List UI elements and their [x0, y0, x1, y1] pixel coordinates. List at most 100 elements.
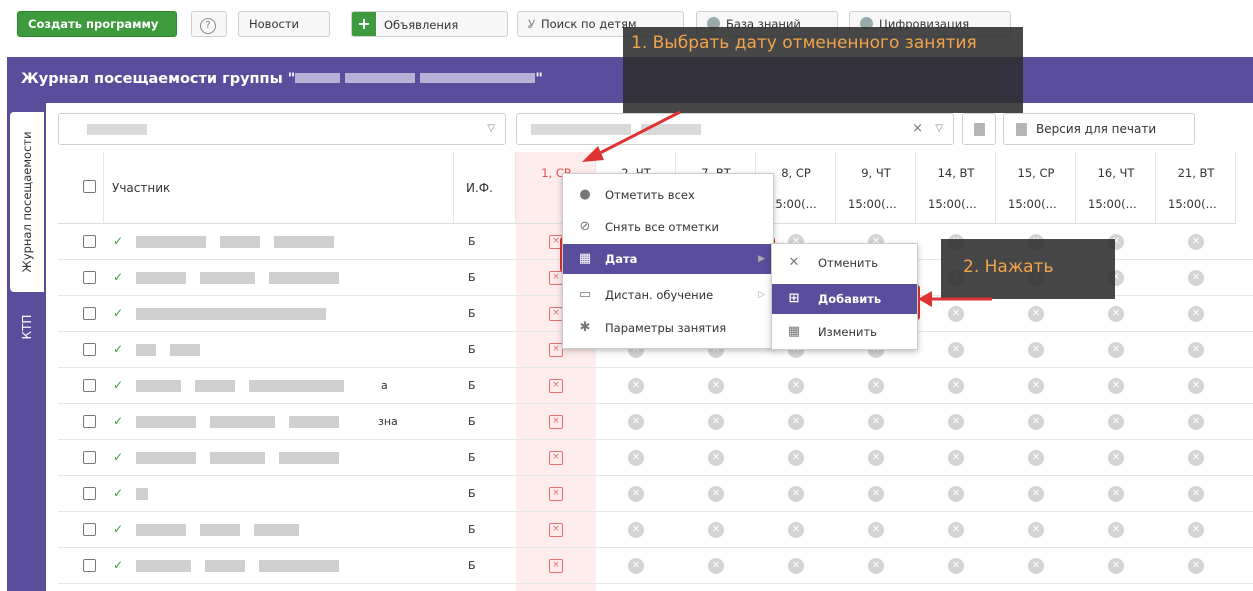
- row-checkbox[interactable]: [83, 235, 96, 248]
- absent-icon[interactable]: ✕: [948, 342, 964, 358]
- row-checkbox[interactable]: [83, 271, 96, 284]
- absent-icon[interactable]: ✕: [1028, 378, 1044, 394]
- menu-item-unmark-all[interactable]: ⊘ Снять все отметки: [563, 212, 773, 242]
- menu-item-lesson-params[interactable]: ✱ Параметры занятия: [563, 313, 773, 343]
- clear-icon[interactable]: ×: [912, 121, 923, 136]
- absent-icon[interactable]: ✕: [788, 414, 804, 430]
- absent-icon[interactable]: ✕: [628, 486, 644, 502]
- absent-icon[interactable]: ✕: [628, 558, 644, 574]
- absent-icon[interactable]: ✕: [1028, 450, 1044, 466]
- absent-icon[interactable]: ✕: [1188, 342, 1204, 358]
- absent-icon[interactable]: ✕: [1188, 486, 1204, 502]
- submenu-item-add[interactable]: ⊞ Добавить: [772, 284, 917, 314]
- absent-icon[interactable]: ✕: [1108, 414, 1124, 430]
- header-date-8[interactable]: 16, ЧТ 15:00(...: [1076, 152, 1156, 224]
- absent-icon[interactable]: ✕: [1188, 558, 1204, 574]
- absent-icon[interactable]: ✕: [708, 378, 724, 394]
- absent-icon[interactable]: ✕: [868, 450, 884, 466]
- absent-icon[interactable]: ✕: [1188, 414, 1204, 430]
- absent-icon[interactable]: ✕: [948, 486, 964, 502]
- absent-icon[interactable]: ✕: [1028, 306, 1044, 322]
- tab-attendance-journal[interactable]: Журнал посещаемости: [10, 112, 44, 292]
- absent-icon[interactable]: ✕: [1108, 558, 1124, 574]
- absent-icon[interactable]: ✕: [628, 522, 644, 538]
- submenu-item-edit[interactable]: ▦ Изменить: [772, 317, 917, 347]
- absent-icon[interactable]: ✕: [788, 450, 804, 466]
- absent-icon[interactable]: ✕: [1188, 306, 1204, 322]
- absent-icon[interactable]: ✕: [868, 378, 884, 394]
- absent-icon[interactable]: ✕: [1028, 342, 1044, 358]
- absent-icon[interactable]: ✕: [868, 558, 884, 574]
- absent-icon[interactable]: ✕: [1188, 270, 1204, 286]
- absent-icon[interactable]: ✕: [948, 378, 964, 394]
- header-date-6[interactable]: 14, ВТ 15:00(...: [916, 152, 996, 224]
- absent-icon[interactable]: ✕: [1188, 450, 1204, 466]
- cancelled-calendar-icon[interactable]: ×: [549, 559, 563, 573]
- absent-icon[interactable]: ✕: [1028, 558, 1044, 574]
- absent-icon[interactable]: ✕: [788, 378, 804, 394]
- row-checkbox[interactable]: [83, 451, 96, 464]
- absent-icon[interactable]: ✕: [708, 522, 724, 538]
- absent-icon[interactable]: ✕: [948, 414, 964, 430]
- absent-icon[interactable]: ✕: [788, 486, 804, 502]
- absent-icon[interactable]: ✕: [708, 486, 724, 502]
- news-button[interactable]: Новости: [238, 11, 330, 37]
- table-row[interactable]: ✓ Б × ✕ ✕ ✕ ✕ ✕ ✕ ✕ ✕: [58, 548, 1253, 584]
- absent-icon[interactable]: ✕: [948, 450, 964, 466]
- row-checkbox[interactable]: [83, 487, 96, 500]
- absent-icon[interactable]: ✕: [948, 522, 964, 538]
- absent-icon[interactable]: ✕: [868, 522, 884, 538]
- submenu-item-cancel[interactable]: ✕ Отменить: [772, 248, 917, 278]
- absent-icon[interactable]: ✕: [708, 414, 724, 430]
- print-version-button[interactable]: Версия для печати: [1003, 113, 1195, 145]
- table-row[interactable]: ✓ Б × ✕ ✕ ✕ ✕ ✕ ✕ ✕ ✕: [58, 440, 1253, 476]
- row-checkbox[interactable]: [83, 415, 96, 428]
- absent-icon[interactable]: ✕: [1108, 342, 1124, 358]
- absent-icon[interactable]: ✕: [1108, 486, 1124, 502]
- absent-icon[interactable]: ✕: [948, 558, 964, 574]
- table-row[interactable]: ✓ Б × ✕ ✕ ✕ ✕ ✕ ✕ ✕ ✕: [58, 512, 1253, 548]
- absent-icon[interactable]: ✕: [628, 378, 644, 394]
- absent-icon[interactable]: ✕: [628, 450, 644, 466]
- table-row[interactable]: ✓ a Б × ✕ ✕ ✕ ✕ ✕ ✕ ✕ ✕: [58, 368, 1253, 404]
- cancelled-calendar-icon[interactable]: ×: [549, 307, 563, 321]
- header-date-5[interactable]: 9, ЧТ 15:00(...: [836, 152, 916, 224]
- table-row[interactable]: ✓ Б × ✕ ✕ ✕ ✕ ✕ ✕ ✕ ✕: [58, 476, 1253, 512]
- cancelled-calendar-icon[interactable]: ×: [549, 487, 563, 501]
- absent-icon[interactable]: ✕: [1188, 522, 1204, 538]
- export-doc-button[interactable]: [962, 113, 996, 145]
- cancelled-calendar-icon[interactable]: ×: [549, 343, 563, 357]
- period-select[interactable]: × ▽: [516, 113, 954, 145]
- absent-icon[interactable]: ✕: [708, 558, 724, 574]
- absent-icon[interactable]: ✕: [1108, 450, 1124, 466]
- table-row[interactable]: ✓ зна Б × ✕ ✕ ✕ ✕ ✕ ✕ ✕ ✕: [58, 404, 1253, 440]
- absent-icon[interactable]: ✕: [628, 414, 644, 430]
- header-date-7[interactable]: 15, СР 15:00(...: [996, 152, 1076, 224]
- absent-icon[interactable]: ✕: [1108, 378, 1124, 394]
- tab-ktp[interactable]: КТП: [10, 302, 44, 352]
- menu-item-mark-all[interactable]: ● Отметить всех: [563, 180, 773, 210]
- absent-icon[interactable]: ✕: [1028, 486, 1044, 502]
- select-all-checkbox[interactable]: [83, 180, 96, 193]
- row-checkbox[interactable]: [83, 307, 96, 320]
- cancelled-calendar-icon[interactable]: ×: [549, 451, 563, 465]
- absent-icon[interactable]: ✕: [788, 558, 804, 574]
- menu-item-remote-learning[interactable]: ▭ Дистан. обучение ▷: [563, 280, 773, 310]
- absent-icon[interactable]: ✕: [1188, 234, 1204, 250]
- absent-icon[interactable]: ✕: [1108, 306, 1124, 322]
- cancelled-calendar-icon[interactable]: ×: [549, 523, 563, 537]
- help-button[interactable]: ?: [191, 11, 227, 37]
- absent-icon[interactable]: ✕: [948, 306, 964, 322]
- absent-icon[interactable]: ✕: [868, 414, 884, 430]
- cancelled-calendar-icon[interactable]: ×: [549, 379, 563, 393]
- row-checkbox[interactable]: [83, 343, 96, 356]
- group-select[interactable]: ▽: [58, 113, 506, 145]
- row-checkbox[interactable]: [83, 379, 96, 392]
- cancelled-calendar-icon[interactable]: ×: [549, 415, 563, 429]
- row-checkbox[interactable]: [83, 523, 96, 536]
- row-checkbox[interactable]: [83, 559, 96, 572]
- absent-icon[interactable]: ✕: [868, 486, 884, 502]
- create-program-button[interactable]: Создать программу: [17, 11, 177, 37]
- absent-icon[interactable]: ✕: [788, 522, 804, 538]
- ads-button[interactable]: + Объявления: [351, 11, 508, 37]
